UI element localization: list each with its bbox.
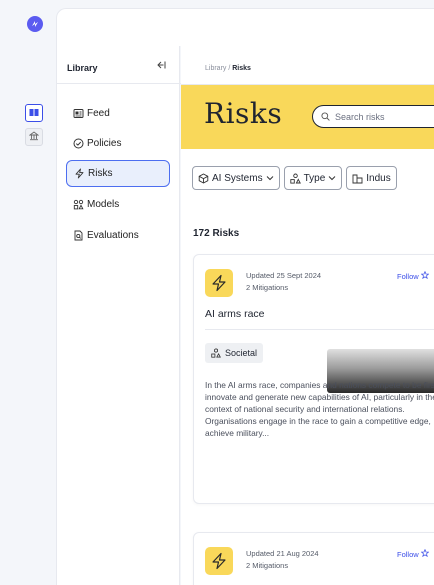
lightning-icon xyxy=(73,168,85,180)
follow-button[interactable]: Follow xyxy=(397,548,430,559)
feed-icon xyxy=(72,108,84,120)
sidebar-item-evaluations[interactable]: Evaluations xyxy=(66,222,170,249)
ai-systems-icon xyxy=(198,172,209,184)
updated-date: Updated 25 Sept 2024 xyxy=(246,271,322,280)
sidebar-item-policies[interactable]: Policies xyxy=(66,130,170,157)
sidebar-item-label: Evaluations xyxy=(87,230,139,241)
sidebar-item-risks[interactable]: Risks xyxy=(66,160,170,187)
star-icon xyxy=(420,270,430,281)
sidebar-item-label: Feed xyxy=(87,108,110,119)
risk-description: In the AI arms race, companies and natio… xyxy=(205,380,434,438)
rail-library-button[interactable] xyxy=(25,104,43,122)
search-input[interactable]: Search risks xyxy=(312,105,434,128)
sidebar-item-models[interactable]: Models xyxy=(66,191,170,218)
shield-check-icon xyxy=(72,138,84,150)
main-content: Library / Risks Risks Search risks AI Sy… xyxy=(181,46,434,585)
library-sidebar: Library Feed Policies Risks Models Evalu… xyxy=(56,46,181,585)
follow-button[interactable]: Follow xyxy=(397,270,430,281)
search-icon xyxy=(321,112,330,121)
lightning-icon xyxy=(205,547,233,575)
library-icon xyxy=(29,104,39,122)
filter-ai-systems[interactable]: AI Systems xyxy=(192,166,280,190)
type-icon xyxy=(289,173,301,184)
search-placeholder: Search risks xyxy=(335,111,385,122)
tag-label: Societal xyxy=(225,348,258,358)
divider xyxy=(205,329,434,330)
top-bar xyxy=(0,0,434,46)
filter-label: Indus xyxy=(366,172,391,184)
follow-label: Follow xyxy=(397,272,419,281)
hero-banner: Risks Search risks xyxy=(181,85,434,149)
sidebar-item-label: Risks xyxy=(88,168,113,179)
chevron-down-icon xyxy=(266,175,274,181)
app-logo-icon[interactable] xyxy=(27,16,43,32)
risk-title[interactable]: AI arms race xyxy=(205,308,265,320)
star-icon xyxy=(420,548,430,559)
updated-date: Updated 21 Aug 2024 xyxy=(246,549,319,558)
filter-type[interactable]: Type xyxy=(283,166,343,190)
filter-label: Type xyxy=(303,172,326,184)
risk-card[interactable]: Updated 25 Sept 2024 2 Mitigations Follo… xyxy=(193,254,434,504)
filter-industry[interactable]: Indus xyxy=(346,166,397,190)
sidebar-item-feed[interactable]: Feed xyxy=(66,100,170,127)
bank-icon xyxy=(28,128,40,146)
nav-rail xyxy=(0,46,56,585)
panel-top-edge xyxy=(56,8,434,46)
breadcrumb: Library / Risks xyxy=(205,65,251,72)
lightning-icon xyxy=(205,269,233,297)
sidebar-item-label: Policies xyxy=(87,138,122,149)
filter-bar: AI Systems Type Indus xyxy=(192,166,397,190)
filter-label: AI Systems xyxy=(212,172,263,184)
rail-bank-button[interactable] xyxy=(25,128,43,146)
chevron-down-icon xyxy=(328,175,336,181)
mitigations-count: 2 Mitigations xyxy=(246,283,289,292)
breadcrumb-current: Risks xyxy=(232,65,251,72)
category-tag: Societal xyxy=(205,343,264,363)
results-count: 172 Risks xyxy=(193,228,240,239)
breadcrumb-parent[interactable]: Library xyxy=(205,65,226,72)
sidebar-header: Library xyxy=(57,46,181,84)
industry-icon xyxy=(352,173,363,184)
models-icon xyxy=(72,199,84,211)
sidebar-title: Library xyxy=(67,63,98,73)
page-title: Risks xyxy=(204,97,283,130)
collapse-left-icon[interactable] xyxy=(157,61,166,72)
mitigations-count: 2 Mitigations xyxy=(246,561,289,570)
sidebar-item-label: Models xyxy=(87,199,120,210)
risk-card[interactable]: Updated 21 Aug 2024 2 Mitigations Follow xyxy=(193,532,434,585)
follow-label: Follow xyxy=(397,550,419,559)
evaluation-doc-icon xyxy=(72,230,84,242)
type-icon xyxy=(211,348,221,358)
